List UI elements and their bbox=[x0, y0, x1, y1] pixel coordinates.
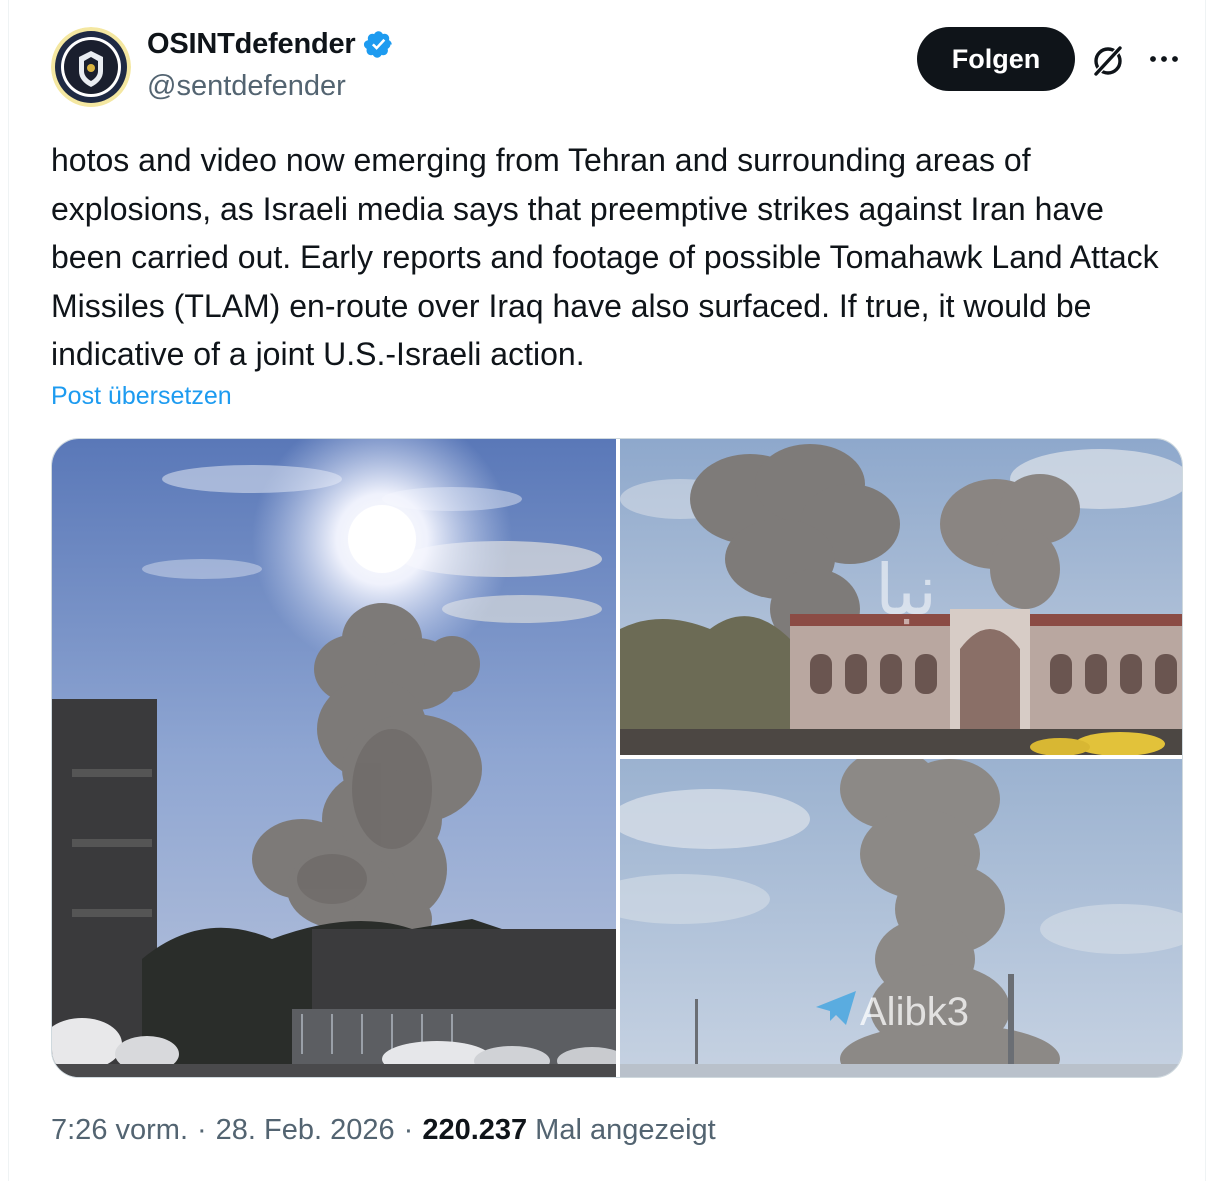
post-date[interactable]: 28. Feb. 2026 bbox=[216, 1114, 395, 1147]
author-display-name[interactable]: OSINTdefender bbox=[147, 28, 356, 61]
verified-badge-icon bbox=[363, 31, 392, 58]
separator: · bbox=[403, 1114, 414, 1146]
photo-smoke-over-building[interactable]: نبا bbox=[620, 439, 1182, 755]
author-handle[interactable]: @sentdefender bbox=[147, 70, 346, 103]
views-count[interactable]: 220.237 bbox=[422, 1114, 527, 1147]
grok-icon[interactable] bbox=[1089, 42, 1127, 80]
follow-button[interactable]: Folgen bbox=[917, 27, 1075, 91]
translate-post-link[interactable]: Post übersetzen bbox=[51, 382, 232, 411]
photo-smoke-plume-sun[interactable] bbox=[52, 439, 616, 1077]
more-options-icon[interactable] bbox=[1145, 40, 1183, 78]
author-name-row[interactable]: OSINTdefender bbox=[147, 28, 394, 61]
post-card: OSINTdefender @sentdefender Folgen hotos… bbox=[8, 0, 1206, 1181]
photo2-watermark: نبا bbox=[875, 549, 937, 631]
post-text: hotos and video now emerging from Tehran… bbox=[51, 142, 1159, 372]
post-time[interactable]: 7:26 vorm. bbox=[51, 1114, 188, 1147]
post-metadata: 7:26 vorm. · 28. Feb. 2026 · 220.237 Mal… bbox=[51, 1114, 716, 1147]
avatar[interactable] bbox=[51, 27, 131, 107]
photo-smoke-column-sky[interactable]: Alibk3 bbox=[620, 759, 1182, 1077]
views-label: Mal angezeigt bbox=[535, 1114, 716, 1146]
media-grid: نبا Alibk3 bbox=[51, 438, 1183, 1078]
photo3-watermark: Alibk3 bbox=[860, 990, 969, 1034]
separator: · bbox=[197, 1114, 207, 1146]
